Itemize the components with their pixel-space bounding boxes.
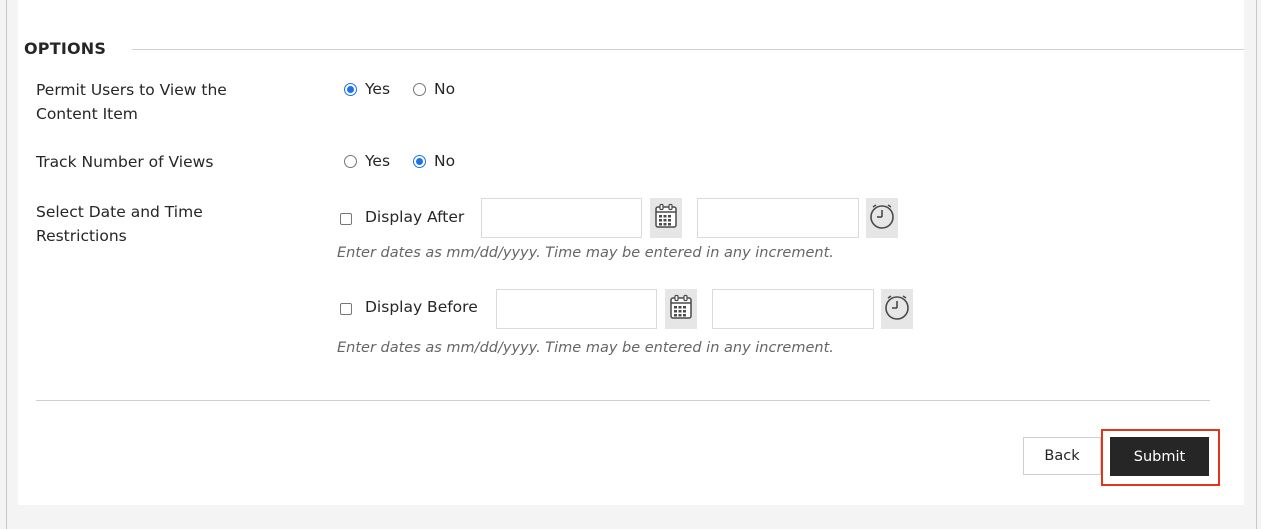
clock-icon <box>883 293 911 325</box>
track-views-yes-option[interactable]: Yes <box>344 152 390 170</box>
track-views-no-label: No <box>434 152 456 170</box>
display-after-clock-button[interactable] <box>866 198 898 238</box>
frame-border-right <box>1256 0 1257 529</box>
display-after-label[interactable]: Display After <box>365 208 464 226</box>
permit-view-no-label: No <box>434 80 456 98</box>
permit-view-label: Permit Users to View the Content Item <box>36 81 227 123</box>
permit-view-yes-radio[interactable] <box>344 82 357 96</box>
display-before-calendar-button[interactable] <box>665 289 697 329</box>
back-button[interactable]: Back <box>1023 437 1101 475</box>
track-views-no-radio[interactable] <box>413 154 426 168</box>
display-after-date-input[interactable] <box>481 198 642 238</box>
permit-view-no-option[interactable]: No <box>413 80 455 98</box>
track-views-no-option[interactable]: No <box>413 152 455 170</box>
display-before-time-input[interactable] <box>712 289 874 329</box>
date-restrictions-label: Select Date and Time Restrictions <box>36 203 203 245</box>
section-title: OPTIONS <box>24 39 107 58</box>
display-before-checkbox[interactable] <box>340 303 352 315</box>
display-after-calendar-button[interactable] <box>650 198 682 238</box>
display-before-clock-button[interactable] <box>881 289 913 329</box>
frame-border-left <box>6 0 7 529</box>
display-after-hint: Enter dates as mm/dd/yyyy. Time may be e… <box>337 245 834 261</box>
section-divider <box>132 49 1244 50</box>
display-before-hint: Enter dates as mm/dd/yyyy. Time may be e… <box>337 340 834 356</box>
permit-view-no-radio[interactable] <box>413 82 426 96</box>
display-after-checkbox[interactable] <box>340 213 352 225</box>
calendar-icon <box>669 294 693 324</box>
clock-icon <box>868 202 896 234</box>
track-views-yes-label: Yes <box>365 152 391 170</box>
calendar-icon <box>654 203 678 233</box>
permit-view-yes-label: Yes <box>365 80 391 98</box>
actions-divider <box>36 400 1210 401</box>
track-views-label: Track Number of Views <box>36 153 214 171</box>
permit-view-yes-option[interactable]: Yes <box>344 80 390 98</box>
display-before-label[interactable]: Display Before <box>365 298 478 316</box>
display-after-time-input[interactable] <box>697 198 859 238</box>
submit-button[interactable]: Submit <box>1110 437 1209 476</box>
display-before-date-input[interactable] <box>496 289 657 329</box>
track-views-yes-radio[interactable] <box>344 154 357 168</box>
